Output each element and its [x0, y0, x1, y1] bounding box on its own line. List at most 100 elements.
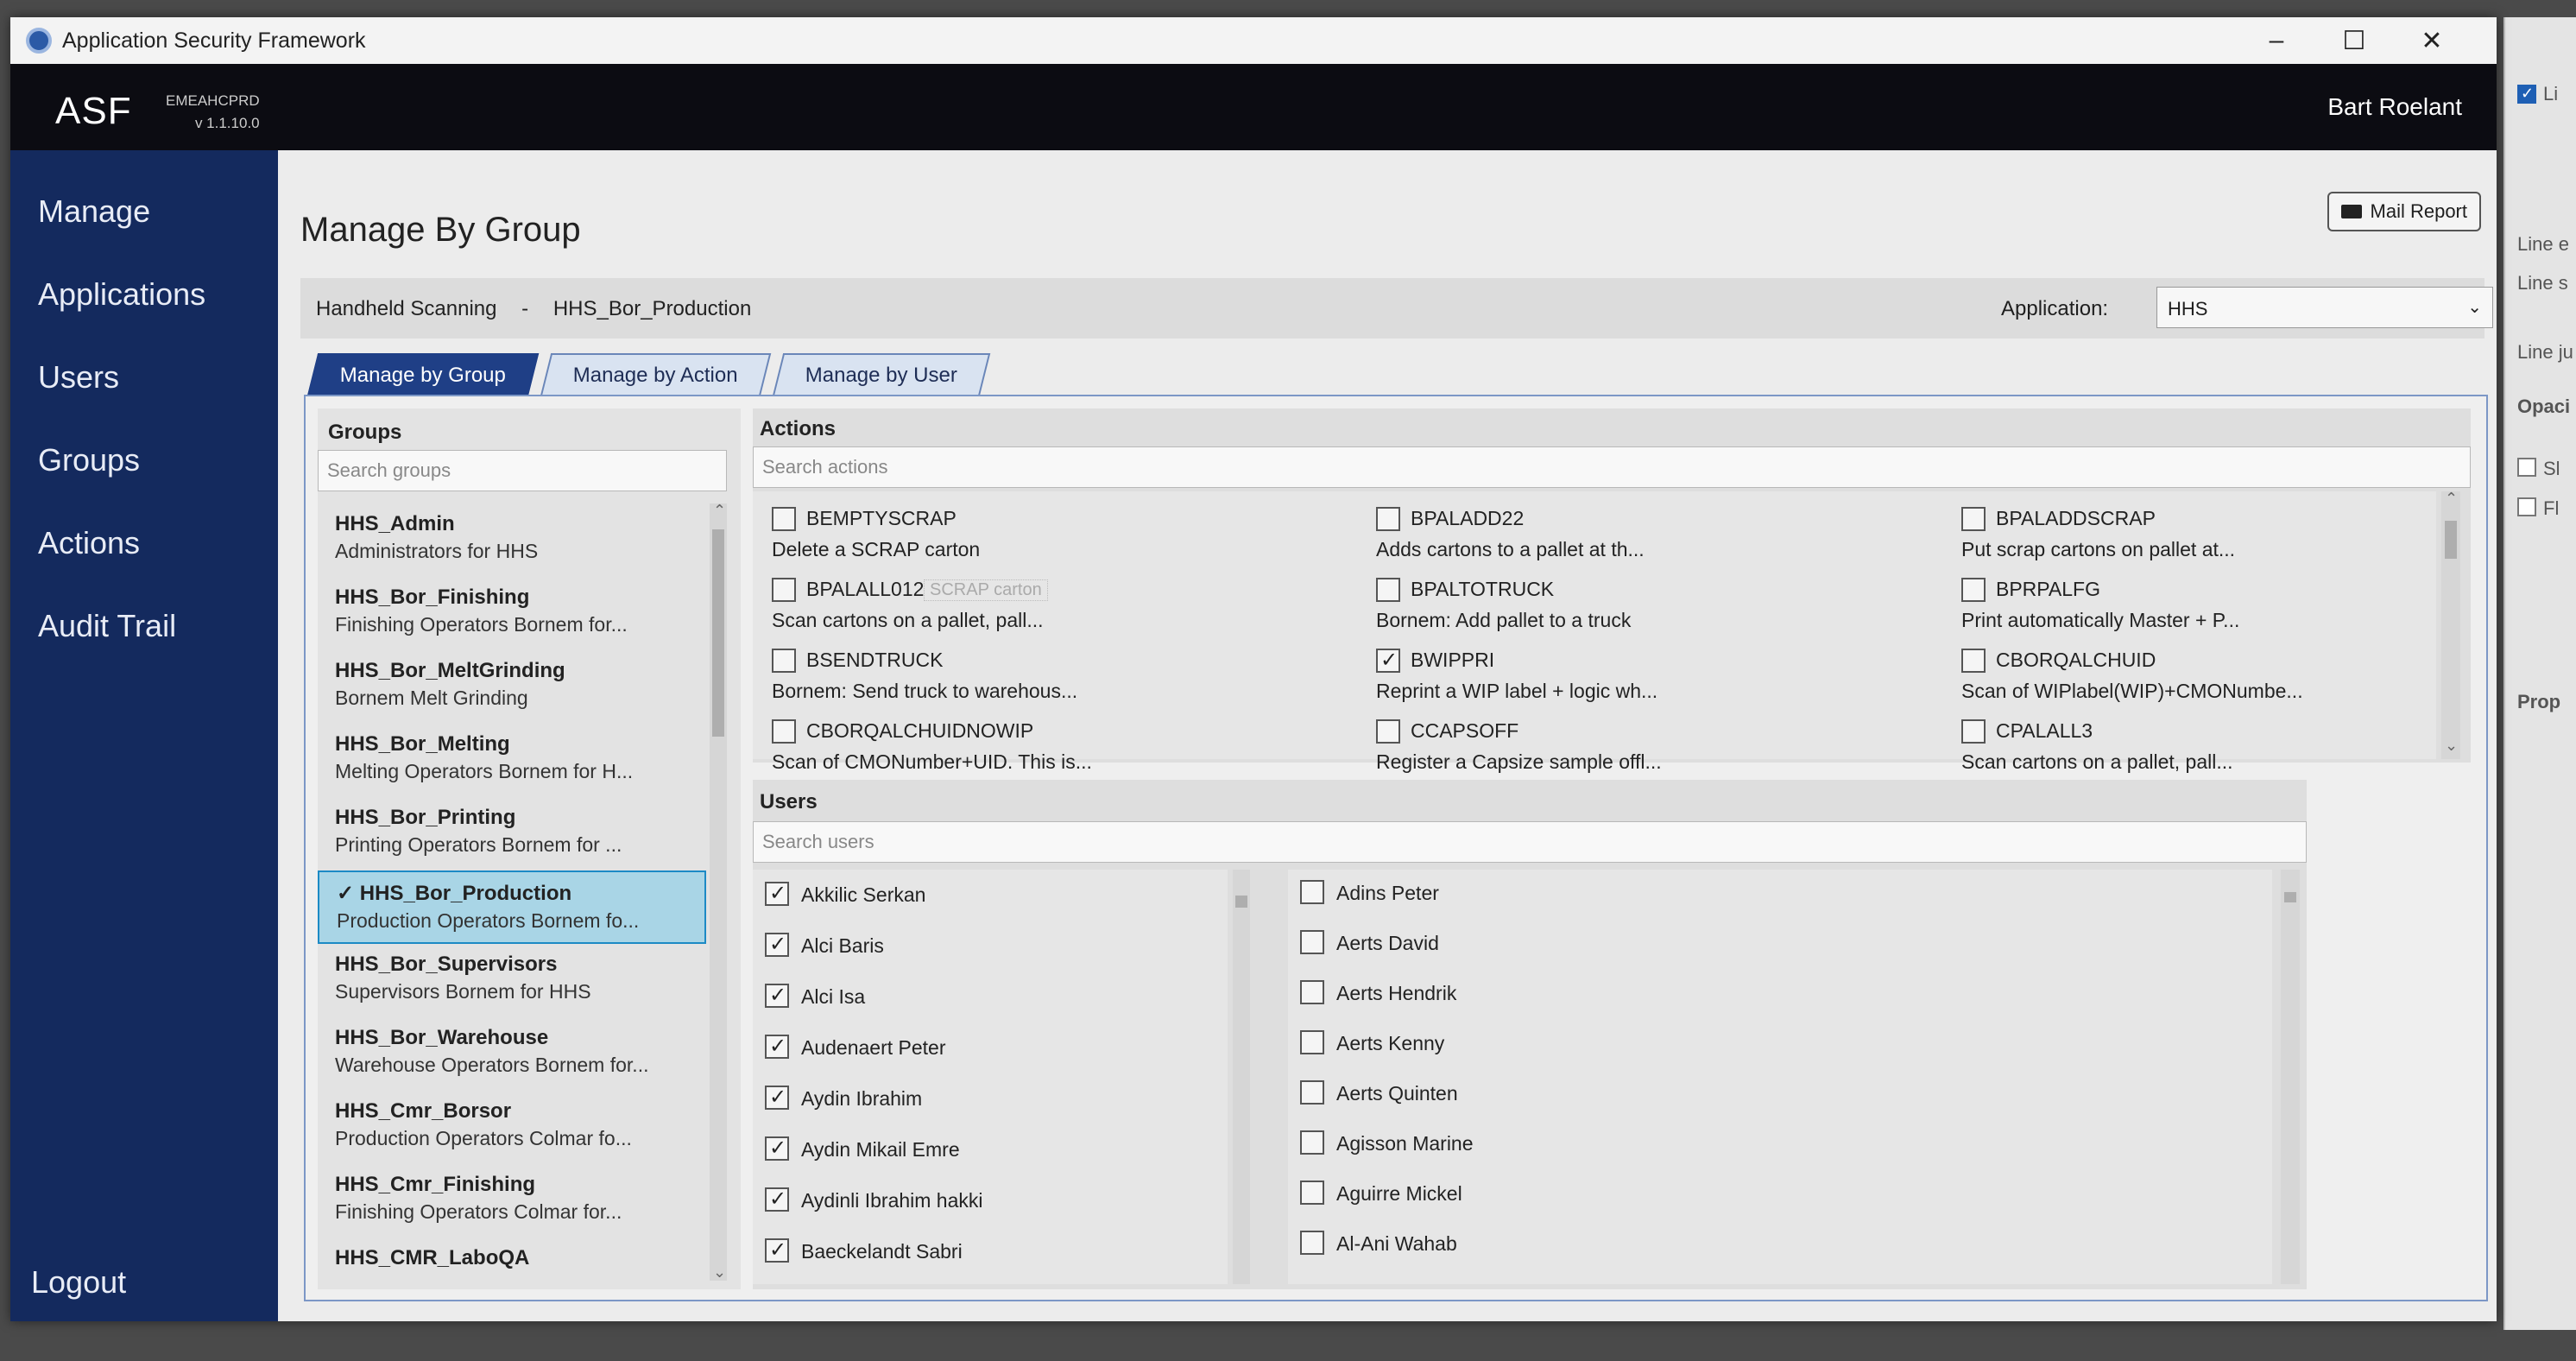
action-description: Adds cartons to a pallet at th...	[1376, 538, 1645, 560]
scrollbar-thumb[interactable]	[2445, 521, 2457, 559]
window-controls: – ☐ ✕	[2238, 17, 2471, 64]
users-search-input[interactable]: Search users	[753, 821, 2307, 863]
scrollbar-thumb[interactable]	[1235, 896, 1247, 908]
group-name: HHS_Cmr_Borsor	[335, 1099, 512, 1123]
action-checkbox[interactable]	[1376, 719, 1400, 744]
tab-manage-by-user[interactable]: Manage by User	[772, 353, 991, 396]
mail-report-button[interactable]: Mail Report	[2327, 192, 2481, 231]
action-checkbox[interactable]	[1961, 649, 1986, 673]
action-description: Scan of WIPlabel(WIP)+CMONumbe...	[1961, 680, 2303, 702]
group-list-item[interactable]: HHS_Bor_Supervisors Supervisors Bornem fo…	[318, 944, 706, 1017]
scrollbar-thumb[interactable]	[712, 529, 724, 737]
sidebar-item-groups[interactable]: Groups	[38, 442, 140, 478]
user-checkbox[interactable]	[1300, 1181, 1324, 1205]
user-checkbox[interactable]	[765, 1034, 789, 1059]
user-checkbox[interactable]	[1300, 880, 1324, 904]
group-list-item[interactable]: HHS_Admin Administrators for HHS	[318, 503, 706, 577]
sidebar-item-users[interactable]: Users	[38, 359, 119, 396]
user-checkbox[interactable]	[1300, 1080, 1324, 1105]
side-checkbox[interactable]	[2517, 85, 2536, 104]
actions-search-input[interactable]: Search actions	[753, 446, 2471, 488]
user-name: Al-Ani Wahab	[1336, 1232, 1457, 1255]
minimize-button[interactable]: –	[2238, 26, 2315, 55]
user-checkbox[interactable]	[765, 1187, 789, 1212]
user-checkbox[interactable]	[1300, 980, 1324, 1004]
action-checkbox[interactable]	[1376, 578, 1400, 602]
close-button[interactable]: ✕	[2393, 26, 2471, 56]
application-select[interactable]: HHS ⌄	[2156, 287, 2493, 328]
action-name: CBORQALCHUID	[1996, 649, 2156, 671]
user-checkbox[interactable]	[1300, 1231, 1324, 1255]
current-user[interactable]: Bart Roelant	[2327, 93, 2462, 121]
actions-scrollbar[interactable]	[2441, 491, 2460, 759]
group-description: Warehouse Operators Bornem for...	[335, 1054, 649, 1076]
group-list-item[interactable]: HHS_Bor_MeltGrinding Bornem Melt Grinding	[318, 650, 706, 724]
environment-name: EMEAHCPRD	[166, 92, 260, 109]
scroll-up-icon[interactable]: ⌃	[2445, 490, 2458, 508]
action-item: BEMPTYSCRAP Delete a SCRAP carton	[760, 500, 1312, 569]
action-checkbox[interactable]	[1376, 648, 1400, 673]
group-list-item[interactable]: HHS_Bor_Melting Melting Operators Bornem …	[318, 724, 706, 797]
group-list-item[interactable]: HHS_CMR_LaboQA	[318, 1238, 706, 1311]
action-checkbox[interactable]	[772, 578, 796, 602]
group-list-item[interactable]: HHS_Cmr_Finishing Finishing Operators Col…	[318, 1164, 706, 1238]
action-checkbox[interactable]	[772, 719, 796, 744]
side-item[interactable]: Prop	[2517, 691, 2560, 713]
user-checkbox[interactable]	[1300, 1030, 1324, 1054]
user-checkbox[interactable]	[765, 1085, 789, 1110]
scroll-down-icon[interactable]: ⌄	[713, 1263, 726, 1282]
group-description: Printing Operators Bornem for ...	[335, 833, 622, 856]
maximize-button[interactable]: ☐	[2315, 26, 2393, 56]
user-checkbox[interactable]	[765, 881, 789, 906]
group-name: HHS_Admin	[335, 512, 455, 535]
version-label: v 1.1.10.0	[194, 115, 260, 131]
user-checkbox[interactable]	[1300, 930, 1324, 954]
group-description: Supervisors Bornem for HHS	[335, 980, 591, 1003]
main-content: Manage By Group Mail Report Handheld Sca…	[278, 150, 2497, 1321]
groups-scrollbar[interactable]	[710, 503, 727, 1281]
tab-manage-by-action[interactable]: Manage by Action	[540, 353, 772, 396]
action-description: Print automatically Master + P...	[1961, 609, 2240, 631]
tab-manage-by-group[interactable]: Manage by Group	[306, 353, 540, 396]
sidebar-item-manage[interactable]: Manage	[38, 193, 150, 230]
application-select-value: HHS	[2168, 298, 2208, 320]
user-checkbox[interactable]	[765, 1238, 789, 1263]
action-checkbox[interactable]	[772, 649, 796, 673]
groups-search-input[interactable]: Search groups	[318, 450, 727, 491]
action-name: BPALALL012	[806, 578, 925, 600]
group-list-item[interactable]: HHS_Bor_Warehouse Warehouse Operators Bor…	[318, 1017, 706, 1091]
scroll-up-icon[interactable]: ⌃	[713, 502, 726, 520]
action-item: CCAPSOFF Register a Capsize sample offl..…	[1364, 712, 1916, 782]
available-users-scrollbar[interactable]	[2281, 870, 2300, 1284]
action-name: BPALADD22	[1411, 507, 1525, 529]
side-checkbox[interactable]	[2517, 497, 2536, 516]
action-checkbox[interactable]	[1961, 719, 1986, 744]
user-checkbox[interactable]	[765, 932, 789, 957]
action-checkbox[interactable]	[1961, 507, 1986, 531]
action-checkbox[interactable]	[1376, 507, 1400, 531]
group-list-item[interactable]: ✓ HHS_Bor_Production Production Operators…	[318, 870, 706, 944]
action-item: CBORQALCHUIDNOWIP Scan of CMONumber+UID. …	[760, 712, 1312, 782]
group-list-item[interactable]: HHS_Bor_Finishing Finishing Operators Bor…	[318, 577, 706, 650]
user-name: Aerts Hendrik	[1336, 982, 1457, 1004]
group-list-item[interactable]: HHS_Cmr_Borsor Production Operators Colma…	[318, 1091, 706, 1164]
sidebar-item-audit-trail[interactable]: Audit Trail	[38, 608, 176, 644]
side-checkbox[interactable]	[2517, 458, 2536, 477]
assigned-users-scrollbar[interactable]	[1233, 870, 1250, 1284]
user-checkbox[interactable]	[1300, 1130, 1324, 1155]
logout-button[interactable]: Logout	[31, 1264, 126, 1301]
chevron-down-icon: ⌄	[2467, 298, 2482, 317]
group-name: HHS_Bor_Supervisors	[335, 953, 558, 976]
group-list-item[interactable]: HHS_Bor_Printing Printing Operators Borne…	[318, 797, 706, 870]
sidebar-item-applications[interactable]: Applications	[38, 276, 205, 313]
action-checkbox[interactable]	[1961, 578, 1986, 602]
user-name: Aydin Mikail Emre	[801, 1138, 960, 1161]
scroll-down-icon[interactable]: ⌄	[2445, 737, 2458, 755]
action-checkbox[interactable]	[772, 507, 796, 531]
user-checkbox[interactable]	[765, 983, 789, 1008]
user-checkbox[interactable]	[765, 1136, 789, 1161]
sidebar-item-actions[interactable]: Actions	[38, 525, 140, 561]
action-description: Register a Capsize sample offl...	[1376, 750, 1662, 773]
scrollbar-thumb[interactable]	[2284, 892, 2296, 902]
action-description: Scan cartons on a pallet, pall...	[772, 609, 1044, 631]
